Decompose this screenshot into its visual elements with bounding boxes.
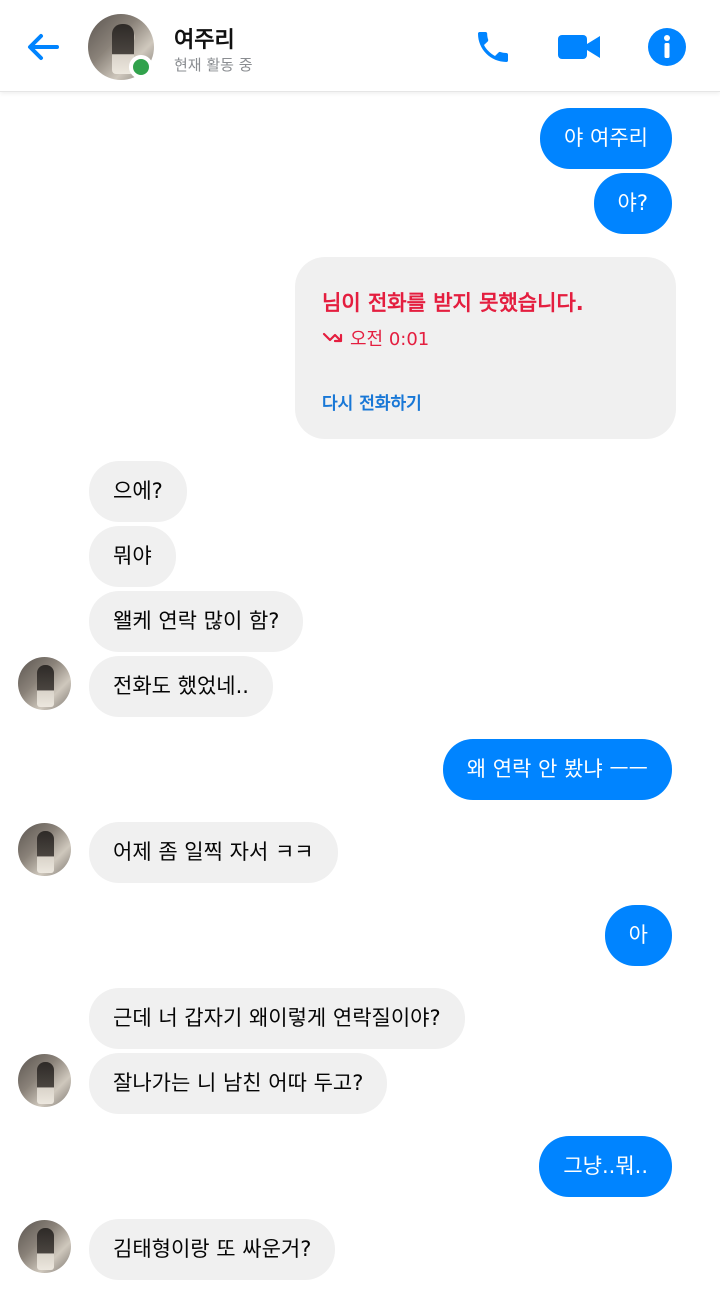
info-icon: [648, 28, 686, 66]
message-bubble-incoming[interactable]: 어제 좀 일찍 자서 ㅋㅋ: [89, 822, 338, 883]
online-indicator: [129, 55, 153, 79]
sender-avatar[interactable]: [18, 1054, 71, 1107]
missed-call-time-text: 오전 0:01: [350, 329, 430, 350]
voice-call-button[interactable]: [470, 24, 516, 70]
chat-header: 여주리 현재 활동 중: [0, 0, 720, 92]
message-bubble-outgoing[interactable]: 왜 연락 안 봤냐 ㅡㅡ: [442, 739, 672, 800]
message-bubble-incoming[interactable]: 근데 너 갑자기 왜이렇게 연락질이야?: [89, 988, 465, 1049]
back-button[interactable]: [18, 22, 68, 72]
missed-call-card[interactable]: 님이 전화를 받지 못했습니다. 오전 0:01 다시 전화하기: [295, 257, 676, 439]
missed-call-arrow-icon: [322, 332, 343, 343]
sender-avatar[interactable]: [18, 1220, 71, 1273]
missed-call-time: 오전 0:01: [322, 325, 429, 351]
message-bubble-incoming[interactable]: 왤케 연락 많이 함?: [89, 591, 304, 652]
message-bubble-incoming[interactable]: 김태형이랑 또 싸운거?: [89, 1219, 336, 1280]
video-call-button[interactable]: [556, 24, 602, 70]
message-bubble-incoming[interactable]: 으에?: [89, 461, 187, 522]
sender-avatar[interactable]: [18, 657, 71, 710]
phone-icon: [478, 32, 508, 62]
message-bubble-outgoing[interactable]: 그냥..뭐..: [539, 1136, 672, 1197]
call-again-button[interactable]: 다시 전화하기: [322, 389, 422, 414]
message-bubble-outgoing[interactable]: 아: [604, 905, 672, 966]
message-bubble-outgoing[interactable]: 야?: [593, 173, 672, 234]
message-bubble-incoming[interactable]: 전화도 했었네..: [89, 656, 273, 717]
sender-avatar[interactable]: [18, 823, 71, 876]
active-status: 현재 활동 중: [174, 56, 253, 74]
message-bubble-outgoing[interactable]: 야 여주리: [540, 108, 672, 169]
video-camera-icon: [558, 35, 600, 59]
missed-call-title: 님이 전화를 받지 못했습니다.: [322, 291, 584, 315]
back-arrow-icon: [28, 34, 59, 60]
message-list: 야 여주리 야? 님이 전화를 받지 못했습니다. 오전 0:01 다시 전화하…: [0, 92, 720, 1290]
message-bubble-incoming[interactable]: 뭐야: [89, 526, 176, 587]
contact-name[interactable]: 여주리: [174, 22, 235, 54]
message-bubble-incoming[interactable]: 잘나가는 니 남친 어따 두고?: [89, 1053, 388, 1114]
info-button[interactable]: [644, 24, 690, 70]
